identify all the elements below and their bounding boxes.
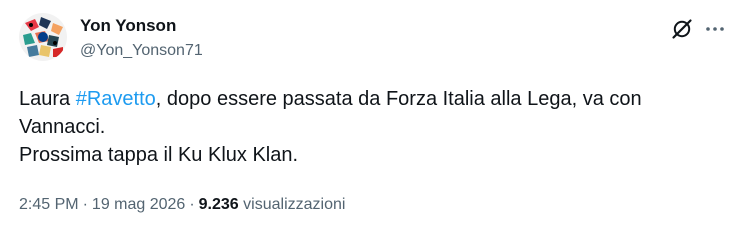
text-segment: , dopo essere passata da Forza Italia al…	[155, 88, 642, 110]
tweet-time[interactable]: 2:45 PM	[19, 196, 79, 213]
views-label: visualizzazioni	[243, 196, 346, 213]
text-segment: Laura	[19, 88, 76, 110]
tweet-card[interactable]: Yon Yonson @Yon_Yonson71 Laura #Ravetto,…	[0, 0, 747, 242]
more-icon[interactable]	[703, 17, 727, 41]
hashtag-link[interactable]: #Ravetto	[76, 88, 156, 110]
avatar-image	[19, 13, 67, 61]
tweet-meta: 2:45 PM · 19 mag 2026 · 9.236 visualizzazion…	[19, 194, 345, 216]
tweet-text-line-1: Laura #Ravetto, dopo essere passata da F…	[19, 85, 719, 113]
tweet-text-line-2: Vannacci.	[19, 116, 106, 138]
separator: ·	[189, 196, 195, 213]
views-count[interactable]: 9.236	[199, 196, 239, 213]
tweet-date[interactable]: 19 mag 2026	[92, 196, 185, 213]
grok-icon[interactable]	[670, 17, 694, 41]
author-name[interactable]: Yon Yonson	[80, 15, 176, 37]
tweet-text-line-3: Prossima tappa il Ku Klux Klan.	[19, 144, 299, 166]
avatar[interactable]	[19, 13, 67, 61]
author-handle[interactable]: @Yon_Yonson71	[80, 40, 203, 62]
separator: ·	[82, 196, 88, 213]
tweet-text: Laura #Ravetto, dopo essere passata da F…	[19, 85, 719, 169]
